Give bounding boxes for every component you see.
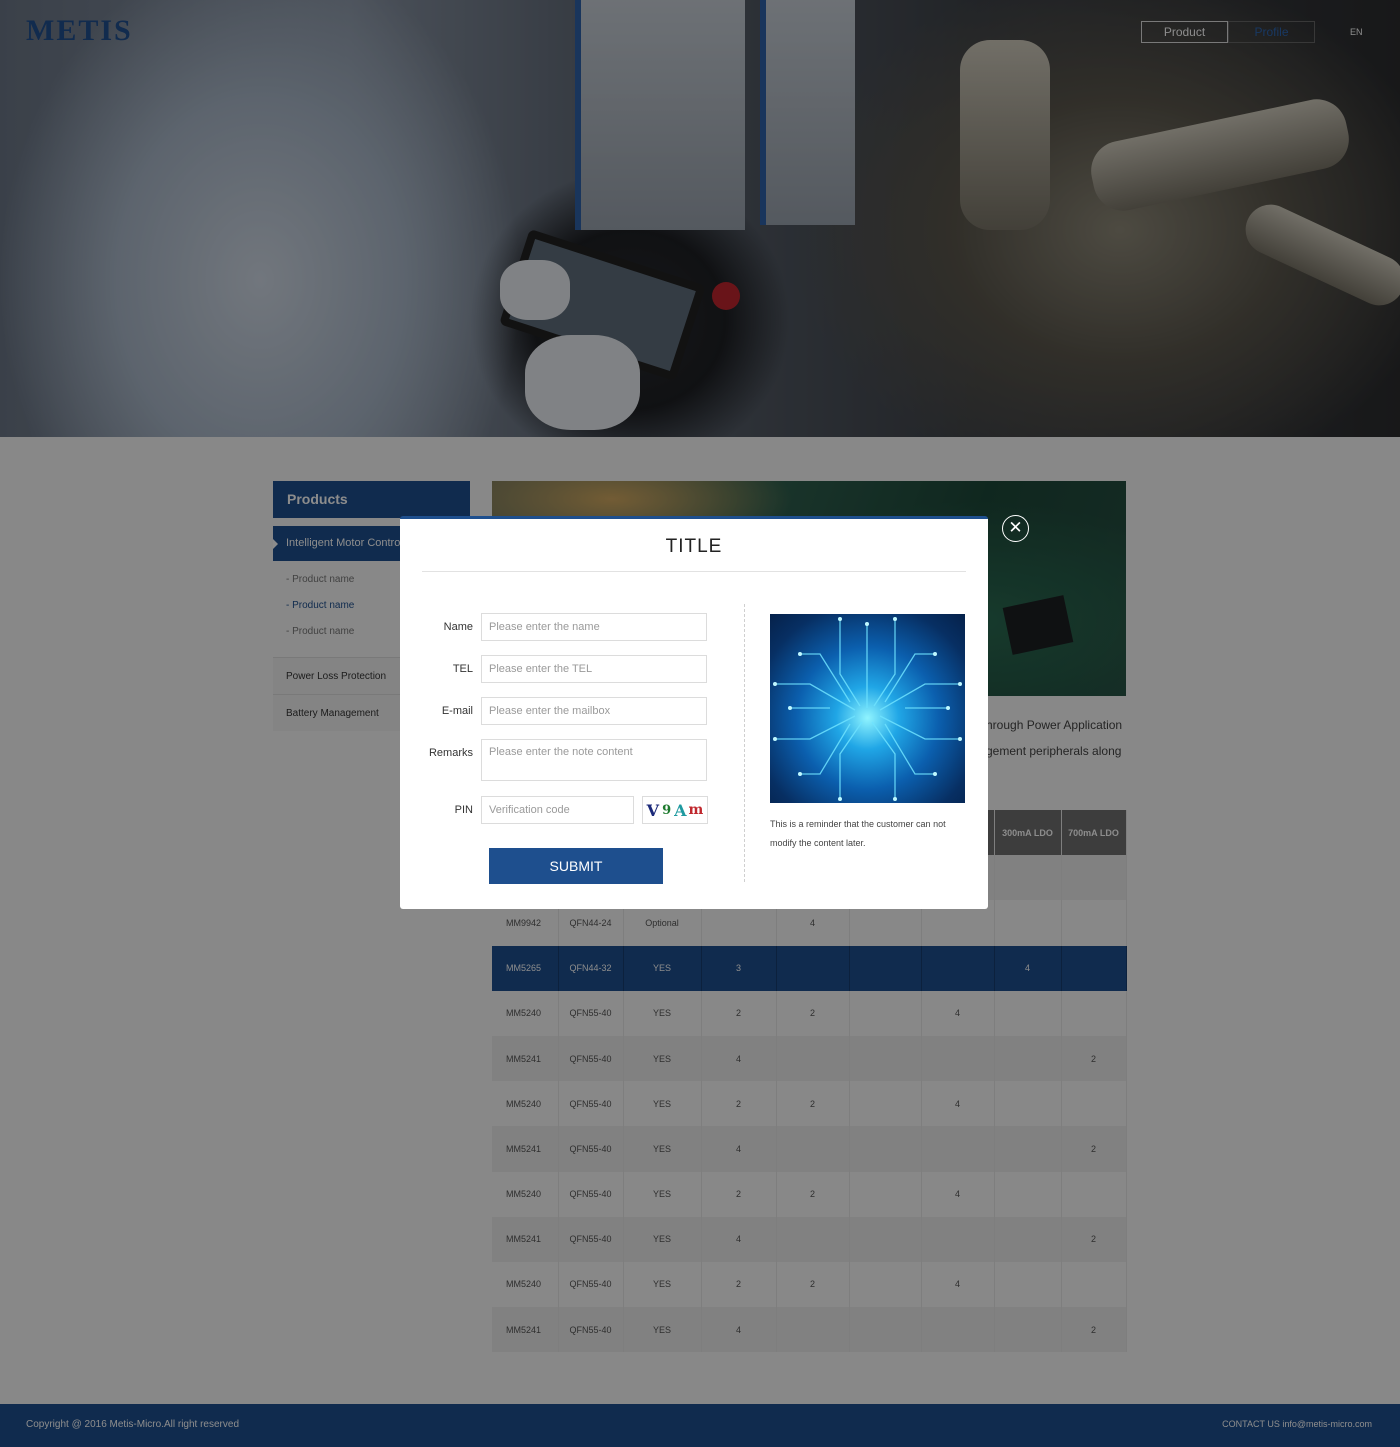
email-label: E-mail	[441, 705, 473, 717]
circuit-traces	[773, 617, 962, 801]
modal-divider	[744, 604, 745, 882]
pin-label: PIN	[454, 804, 473, 816]
email-input[interactable]	[481, 697, 707, 725]
remarks-label: Remarks	[428, 747, 473, 759]
tel-input[interactable]	[481, 655, 707, 683]
tel-row: TEL	[400, 655, 707, 683]
captcha-char: V	[646, 800, 660, 820]
remarks-input[interactable]	[481, 739, 707, 781]
captcha-char: m	[688, 802, 704, 818]
tel-label: TEL	[452, 663, 473, 675]
pin-row: PIN V 9 A m	[400, 796, 708, 824]
email-row: E-mail	[400, 697, 707, 725]
captcha-image[interactable]: V 9 A m	[642, 796, 708, 824]
remarks-row: Remarks	[400, 739, 707, 781]
circuit-board-image	[770, 614, 965, 803]
submit-button[interactable]: SUBMIT	[489, 848, 663, 884]
name-row: Name	[400, 613, 707, 641]
name-input[interactable]	[481, 613, 707, 641]
captcha-char: 9	[662, 802, 672, 818]
reminder-text: This is a reminder that the customer can…	[770, 819, 946, 848]
modal-title: TITLE	[422, 519, 966, 572]
captcha-char: A	[674, 800, 687, 820]
close-icon[interactable]: ✕	[1002, 515, 1029, 542]
name-label: Name	[443, 621, 473, 633]
contact-modal: TITLE Name TEL E-mail Remarks PIN V 9 A …	[400, 516, 988, 909]
pin-input[interactable]	[481, 796, 634, 824]
